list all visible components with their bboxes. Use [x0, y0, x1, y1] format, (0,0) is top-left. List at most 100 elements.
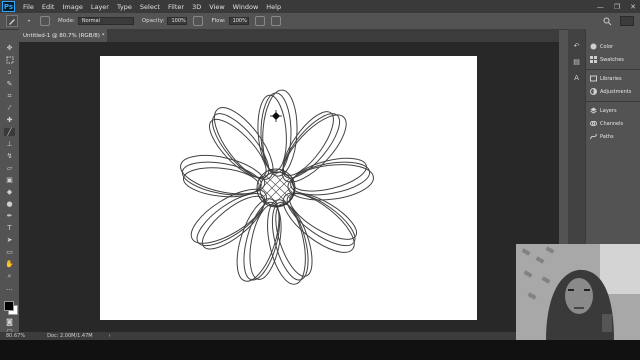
document-size: Doc: 2.00M/1.47M — [47, 333, 93, 339]
paths-icon — [590, 133, 597, 140]
move-tool-icon[interactable]: ✥ — [4, 44, 15, 52]
menu-type[interactable]: Type — [117, 3, 132, 11]
flower-sketch — [174, 89, 378, 290]
webcam-person-image — [516, 244, 640, 340]
panel-color[interactable]: Color — [590, 43, 613, 50]
rectangle-tool-icon[interactable]: ▭ — [4, 248, 15, 256]
channels-icon — [590, 120, 597, 127]
brush-tool-icon[interactable]: ╱ — [4, 128, 15, 136]
zoom-tool-icon[interactable]: ⌕ — [4, 272, 15, 280]
blur-tool-icon[interactable]: ◆ — [4, 188, 15, 196]
swatches-grid-icon — [590, 56, 597, 63]
pressure-size-icon[interactable] — [270, 16, 281, 26]
more-tools-icon[interactable]: … — [4, 284, 15, 292]
menu-layer[interactable]: Layer — [91, 3, 109, 11]
options-bar-right — [603, 13, 634, 29]
dodge-tool-icon[interactable]: ● — [4, 200, 15, 208]
opacity-label: Opacity: — [141, 18, 165, 24]
lasso-tool-icon[interactable]: ↄ — [4, 68, 15, 76]
restore-button[interactable]: ❐ — [614, 3, 620, 11]
mode-value: Normal — [81, 18, 100, 24]
panel-layers[interactable]: Layers — [590, 107, 617, 114]
close-button[interactable]: ✕ — [630, 3, 636, 11]
panel-adjustments-label: Adjustments — [600, 88, 632, 95]
path-selection-tool-icon[interactable]: ➤ — [4, 236, 15, 244]
options-bar: • Mode: Normal Opacity: 100% Flow: 100% — [0, 13, 640, 30]
menu-bar: Ps File Edit Image Layer Type Select Fil… — [0, 0, 640, 13]
menu-select[interactable]: Select — [140, 3, 160, 11]
menu-3d[interactable]: 3D — [192, 3, 201, 11]
menu-file[interactable]: File — [23, 3, 34, 11]
search-icon[interactable] — [603, 17, 612, 26]
clone-stamp-tool-icon[interactable]: ⊥ — [4, 140, 15, 148]
quick-select-tool-icon[interactable]: ✎ — [4, 80, 15, 88]
panel-paths-label: Paths — [600, 133, 614, 140]
status-menu-arrow[interactable]: › — [109, 333, 111, 339]
panel-channels-label: Channels — [600, 120, 624, 127]
crop-tool-icon[interactable]: ⌗ — [4, 92, 15, 100]
libraries-icon — [590, 75, 597, 82]
panel-swatches-label: Swatches — [600, 56, 624, 63]
eyedropper-tool-icon[interactable]: ⁄ — [4, 104, 15, 112]
brush-cursor-icon — [270, 110, 282, 122]
panel-layers-label: Layers — [600, 107, 617, 114]
adjustments-icon — [590, 88, 597, 95]
pen-tool-icon[interactable]: ✒ — [4, 212, 15, 220]
panel-adjustments[interactable]: Adjustments — [590, 88, 631, 95]
document-tab-label: Untitled-1 @ 80.7% (RGB/8) * — [23, 32, 105, 39]
eraser-tool-icon[interactable]: ▱ — [4, 164, 15, 172]
mode-select[interactable]: Normal — [77, 17, 134, 25]
quick-mask-icon[interactable]: ◙ — [4, 318, 15, 326]
layers-icon — [590, 107, 597, 114]
panel-libraries[interactable]: Libraries — [590, 75, 622, 82]
document-tab-bar: Untitled-1 @ 80.7% (RGB/8) * — [19, 29, 559, 42]
status-bar: 80.67% Doc: 2.00M/1.47M › — [0, 332, 559, 340]
airbrush-icon[interactable] — [254, 16, 265, 26]
hand-tool-icon[interactable]: ✋ — [4, 260, 15, 268]
document-canvas[interactable] — [100, 56, 477, 320]
menu-window[interactable]: Window — [233, 3, 259, 11]
gradient-tool-icon[interactable]: ▣ — [4, 176, 15, 184]
menu-help[interactable]: Help — [266, 3, 281, 11]
zoom-level[interactable]: 80.67% — [6, 333, 25, 339]
workspace-switcher[interactable] — [620, 16, 634, 26]
history-brush-tool-icon[interactable]: ↯ — [4, 152, 15, 160]
healing-brush-tool-icon[interactable]: ✚ — [4, 116, 15, 124]
screen-bottom-bar — [0, 340, 640, 360]
menu-filter[interactable]: Filter — [168, 3, 184, 11]
minimize-button[interactable]: — — [597, 3, 604, 11]
history-panel-icon[interactable]: ↶ — [572, 41, 581, 50]
panel-divider — [586, 101, 640, 102]
foreground-color-swatch[interactable] — [4, 301, 14, 311]
opacity-input[interactable]: 100% — [167, 17, 188, 25]
panel-channels[interactable]: Channels — [590, 120, 623, 127]
properties-panel-icon[interactable]: ▤ — [572, 57, 581, 66]
tools-panel: ✥ ↄ ✎ ⌗ ⁄ ✚ ╱ ⊥ ↯ ▱ ▣ ◆ ● ✒ T ➤ ▭ ✋ ⌕ … … — [0, 42, 20, 338]
menu-image[interactable]: Image — [62, 3, 82, 11]
menu-view[interactable]: View — [209, 3, 224, 11]
pressure-opacity-icon[interactable] — [193, 16, 204, 26]
flow-value: 100% — [232, 18, 247, 24]
marquee-tool-icon[interactable] — [4, 56, 15, 64]
brush-size-picker[interactable]: • — [24, 16, 34, 26]
flow-label: Flow: — [211, 18, 226, 24]
brush-panel-toggle-icon[interactable] — [40, 16, 50, 26]
tool-preset-picker[interactable] — [6, 15, 18, 27]
color-wheel-icon — [590, 43, 597, 50]
color-swatches[interactable] — [3, 300, 18, 315]
opacity-value: 100% — [171, 18, 186, 24]
panel-divider — [586, 69, 640, 70]
mode-label: Mode: — [58, 18, 75, 24]
character-panel-icon[interactable]: A — [572, 73, 581, 82]
type-tool-icon[interactable]: T — [4, 224, 15, 232]
panel-libraries-label: Libraries — [600, 75, 622, 82]
window-controls: — ❐ ✕ — [597, 0, 636, 13]
document-tab[interactable]: Untitled-1 @ 80.7% (RGB/8) * — [19, 29, 107, 42]
panel-swatches[interactable]: Swatches — [590, 56, 624, 63]
panel-color-label: Color — [600, 43, 614, 50]
panel-paths[interactable]: Paths — [590, 133, 614, 140]
webcam-overlay — [516, 244, 640, 340]
flow-input[interactable]: 100% — [228, 17, 249, 25]
brush-icon — [9, 19, 15, 25]
menu-edit[interactable]: Edit — [42, 3, 55, 11]
